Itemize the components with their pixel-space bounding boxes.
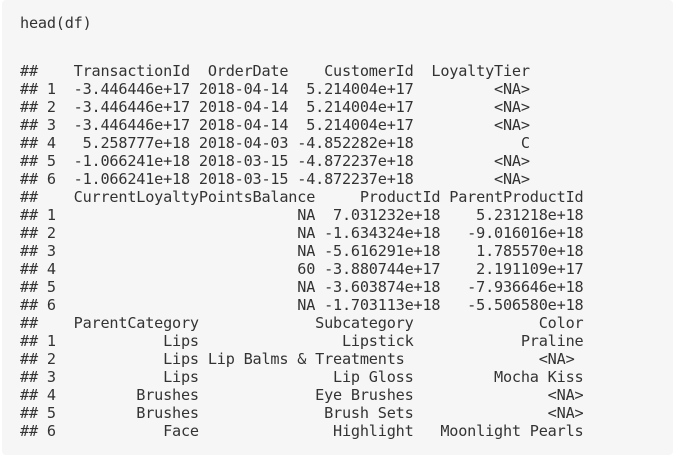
- output-row-line: ## 2 -3.446446e+17 2018-04-14 5.214004e+…: [20, 98, 530, 116]
- output-header-line: ## CurrentLoyaltyPointsBalance ProductId…: [20, 188, 584, 206]
- output-row-line: ## 3 -3.446446e+17 2018-04-14 5.214004e+…: [20, 116, 530, 134]
- output-row-line: ## 6 -1.066241e+18 2018-03-15 -4.872237e…: [20, 170, 530, 188]
- code-input-line: head(df): [20, 14, 92, 32]
- output-row-line: ## 5 Brushes Brush Sets <NA>: [20, 404, 584, 422]
- output-row-line: ## 4 Brushes Eye Brushes <NA>: [20, 386, 584, 404]
- code-output-panel: head(df) ## TransactionId OrderDate Cust…: [2, 0, 673, 455]
- output-row-line: ## 6 Face Highlight Moonlight Pearls: [20, 422, 584, 440]
- output-row-line: ## 6 NA -1.703113e+18 -5.506580e+18: [20, 296, 584, 314]
- output-row-line: ## 5 NA -3.603874e+18 -7.936646e+18: [20, 278, 584, 296]
- output-row-line: ## 4 5.258777e+18 2018-04-03 -4.852282e+…: [20, 134, 530, 152]
- output-row-line: ## 2 NA -1.634324e+18 -9.016016e+18: [20, 224, 584, 242]
- output-row-line: ## 1 NA 7.031232e+18 5.231218e+18: [20, 206, 584, 224]
- output-row-line: ## 1 -3.446446e+17 2018-04-14 5.214004e+…: [20, 80, 530, 98]
- output-header-line: ## ParentCategory Subcategory Color: [20, 314, 584, 332]
- output-row-line: ## 3 Lips Lip Gloss Mocha Kiss: [20, 368, 584, 386]
- output-row-line: ## 1 Lips Lipstick Praline: [20, 332, 584, 350]
- output-row-line: ## 2 Lips Lip Balms & Treatments <NA>: [20, 350, 575, 368]
- output-row-line: ## 3 NA -5.616291e+18 1.785570e+18: [20, 242, 584, 260]
- output-row-line: ## 4 60 -3.880744e+17 2.191109e+17: [20, 260, 584, 278]
- output-header-line: ## TransactionId OrderDate CustomerId Lo…: [20, 62, 530, 80]
- output-row-line: ## 5 -1.066241e+18 2018-03-15 -4.872237e…: [20, 152, 530, 170]
